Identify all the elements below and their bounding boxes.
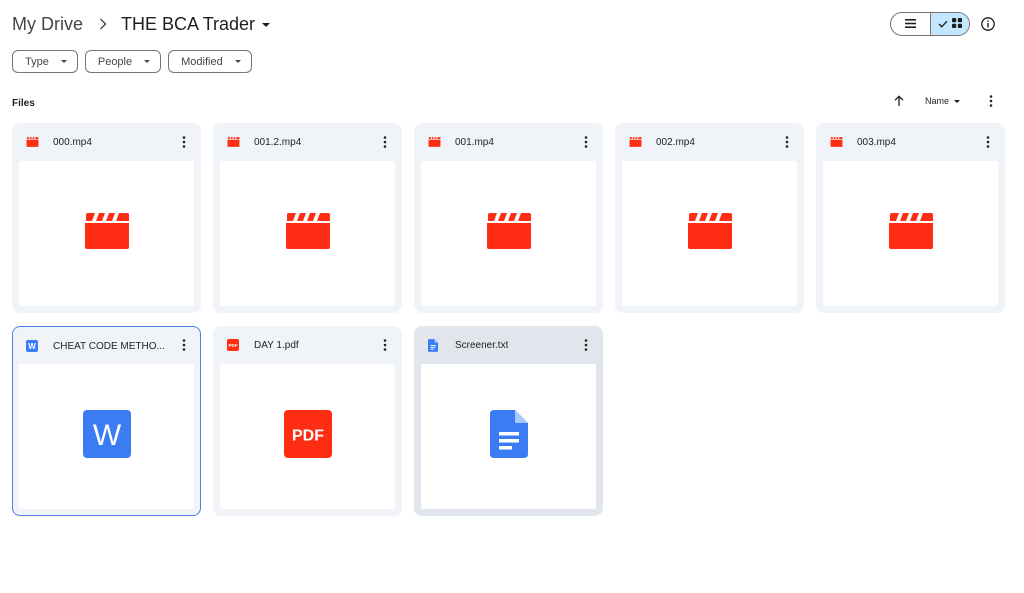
file-thumbnail: PDF <box>220 364 395 509</box>
file-name: 003.mp4 <box>857 136 896 148</box>
file-card[interactable]: W CHEAT CODE METHO... W <box>12 326 201 516</box>
file-name: DAY 1.pdf <box>254 339 299 351</box>
word-file-icon: W <box>26 339 39 353</box>
file-card-header: PDF DAY 1.pdf <box>213 326 402 364</box>
file-card[interactable]: 001.mp4 <box>414 123 603 313</box>
video-icon <box>26 136 39 149</box>
filter-modified-chip[interactable]: Modified <box>168 50 252 73</box>
word-icon-letter: W <box>92 419 121 452</box>
info-icon[interactable] <box>980 16 996 32</box>
file-thumbnail <box>421 161 596 306</box>
video-icon <box>83 211 131 256</box>
video-icon <box>830 136 843 149</box>
file-name: 001.2.mp4 <box>254 136 302 148</box>
grid-view-button[interactable] <box>929 13 969 35</box>
file-card-header: 002.mp4 <box>615 123 804 161</box>
section-label: Files <box>12 98 35 109</box>
file-name: 002.mp4 <box>656 136 695 148</box>
filter-chip-label: People <box>97 55 133 68</box>
file-card[interactable]: 000.mp4 <box>12 123 201 313</box>
file-card-header: 003.mp4 <box>816 123 1005 161</box>
chevron-right-icon <box>99 18 107 30</box>
more-vert-icon[interactable] <box>579 135 593 149</box>
pdf-icon-label: PDF <box>292 428 324 445</box>
sort-label: Name <box>925 96 950 106</box>
filter-bar: Type People Modified <box>12 50 252 73</box>
caret-down-icon <box>144 60 151 63</box>
folder-title: THE BCA Trader <box>121 13 256 34</box>
file-thumbnail: W <box>19 364 194 509</box>
checkmark-icon <box>938 15 948 33</box>
video-icon <box>629 136 642 149</box>
video-icon <box>686 211 734 256</box>
view-toggle <box>890 12 970 36</box>
breadcrumb-my-drive[interactable]: My Drive <box>12 14 83 35</box>
file-thumbnail <box>421 364 596 509</box>
pdf-file-icon: PDF <box>283 410 332 463</box>
more-vert-icon[interactable] <box>780 135 794 149</box>
breadcrumb-current-folder[interactable]: THE BCA Trader <box>121 13 271 35</box>
pdf-file-icon: PDF <box>227 338 240 352</box>
file-thumbnail <box>823 161 998 306</box>
more-vert-icon[interactable] <box>378 135 392 149</box>
file-thumbnail <box>622 161 797 306</box>
file-card[interactable]: PDF DAY 1.pdf PDF <box>213 326 402 516</box>
grid-icon <box>951 15 962 33</box>
file-card-header: Screener.txt <box>414 326 603 364</box>
file-name: 001.mp4 <box>455 136 494 148</box>
more-vert-icon[interactable] <box>579 338 593 352</box>
file-thumbnail <box>220 161 395 306</box>
word-icon-letter: W <box>28 342 36 351</box>
list-view-button[interactable] <box>891 13 930 35</box>
sort-by-button[interactable]: Name <box>925 96 961 106</box>
more-vert-icon[interactable] <box>378 338 392 352</box>
file-card[interactable]: 001.2.mp4 <box>213 123 402 313</box>
pdf-icon-label: PDF <box>229 343 238 348</box>
document-icon <box>489 410 528 463</box>
filter-chip-label: Modified <box>181 55 223 68</box>
arrow-up-icon[interactable] <box>892 94 906 108</box>
video-icon <box>887 211 935 256</box>
file-thumbnail <box>19 161 194 306</box>
more-vert-icon[interactable] <box>984 94 998 108</box>
video-icon <box>428 136 441 149</box>
more-vert-icon[interactable] <box>981 135 995 149</box>
file-card-header: 000.mp4 <box>12 123 201 161</box>
caret-down-icon <box>262 23 271 27</box>
document-icon <box>428 338 441 352</box>
caret-down-icon <box>954 99 961 103</box>
caret-down-icon <box>234 60 241 63</box>
filter-people-chip[interactable]: People <box>84 50 162 73</box>
file-card[interactable]: Screener.txt <box>414 326 603 516</box>
more-vert-icon[interactable] <box>177 338 191 352</box>
more-vert-icon[interactable] <box>177 135 191 149</box>
video-icon <box>227 136 240 149</box>
filter-type-chip[interactable]: Type <box>12 50 78 73</box>
file-grid: 000.mp4 001.2.mp4 001.mp4 002.mp4 003.mp… <box>12 123 1005 516</box>
file-name: 000.mp4 <box>53 136 92 148</box>
filter-chip-label: Type <box>25 55 49 68</box>
file-card-header: 001.2.mp4 <box>213 123 402 161</box>
file-card-header: 001.mp4 <box>414 123 603 161</box>
list-icon <box>904 15 916 33</box>
file-name: Screener.txt <box>455 339 509 351</box>
file-card[interactable]: 003.mp4 <box>816 123 1005 313</box>
caret-down-icon <box>60 60 67 63</box>
file-name: CHEAT CODE METHO... <box>53 340 165 352</box>
video-icon <box>485 211 533 256</box>
header: My Drive THE BCA Trader <box>12 10 1012 38</box>
video-icon <box>284 211 332 256</box>
word-file-icon: W <box>82 410 131 463</box>
file-card-header: W CHEAT CODE METHO... <box>13 327 200 365</box>
file-card[interactable]: 002.mp4 <box>615 123 804 313</box>
